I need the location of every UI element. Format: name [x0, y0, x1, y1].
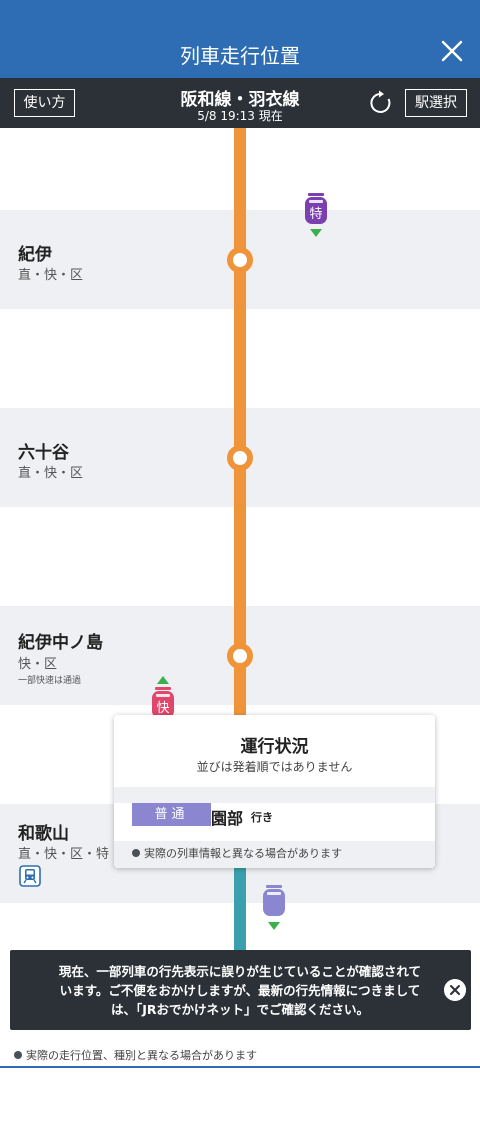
train-type-label: 快	[156, 701, 169, 716]
page-title: 列車走行位置	[180, 44, 300, 68]
footer-note: 実際の走行位置、種別と異なる場合があります	[14, 1047, 257, 1063]
station-name: 六十谷	[18, 443, 69, 463]
local-train-icon[interactable]	[262, 885, 286, 917]
train-position-page: 列車走行位置 使い方 阪和線・羽衣線 5/8 19:13 現在 駅選択 紀伊 直…	[0, 0, 480, 1122]
station-node	[227, 643, 253, 669]
popup-title: 運行状況	[240, 737, 309, 757]
footer-note-text: 実際の走行位置、種別と異なる場合があります	[26, 1049, 257, 1062]
update-timestamp: 5/8 19:13 現在	[197, 109, 283, 123]
popup-note: 実際の列車情報と異なる場合があります	[132, 845, 342, 861]
line-header: 使い方 阪和線・羽衣線 5/8 19:13 現在 駅選択	[0, 78, 480, 128]
track-line-branch	[234, 868, 246, 950]
direction-down-arrow	[310, 229, 322, 237]
station-node	[227, 445, 253, 471]
station-service-types: 直・快・区	[18, 268, 84, 283]
notice-message: 現在、一部列車の行先表示に誤りが生じていることが確認されています。ご不便をおかけ…	[58, 964, 422, 1017]
train-station-icon	[19, 865, 41, 887]
popup-note-text: 実際の列車情報と異なる場合があります	[144, 847, 342, 860]
direction-down-arrow	[268, 922, 280, 930]
limited-express-train-icon[interactable]: 特	[304, 193, 328, 225]
train-info-popup[interactable]: 運行状況 並びは発着順ではありません 普通 園部 行き 実際の列車情報と異なる場…	[114, 715, 435, 868]
station-node	[227, 247, 253, 273]
train-type-label: 特	[309, 207, 322, 222]
track-line	[234, 128, 246, 718]
station-name: 紀伊中ノ島	[18, 633, 103, 653]
bullet-icon	[132, 849, 140, 857]
bullet-icon	[14, 1051, 22, 1059]
station-note: 一部快速は通過	[18, 676, 82, 686]
train-type-badge: 普通	[132, 803, 211, 826]
close-icon[interactable]	[438, 37, 466, 65]
station-name: 和歌山	[18, 824, 69, 844]
station-service-types: 直・快・区・特	[18, 847, 110, 862]
footer-divider	[0, 1066, 480, 1068]
station-service-types: 直・快・区	[18, 466, 84, 481]
usage-button[interactable]: 使い方	[14, 89, 75, 117]
refresh-icon[interactable]	[368, 90, 394, 116]
station-name: 紀伊	[18, 245, 52, 265]
close-icon[interactable]	[444, 979, 466, 1001]
station-service-types: 快・区	[18, 657, 58, 672]
destination-suffix: 行き	[251, 811, 273, 824]
notice-toast: 現在、一部列車の行先表示に誤りが生じていることが確認されています。ご不便をおかけ…	[10, 950, 471, 1030]
popup-subtitle: 並びは発着順ではありません	[196, 760, 353, 774]
title-bar: 列車走行位置	[0, 0, 480, 78]
direction-up-arrow	[157, 676, 169, 684]
destination-name: 園部	[211, 809, 244, 828]
popup-divider	[114, 787, 435, 803]
station-select-button[interactable]: 駅選択	[405, 89, 467, 117]
